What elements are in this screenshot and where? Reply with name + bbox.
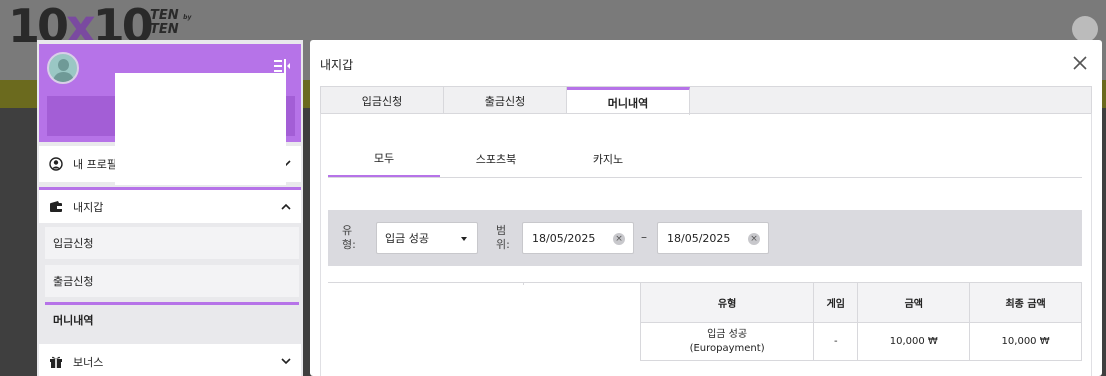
sidebar-item-wallet[interactable]: 내지갑 [39,187,301,223]
cell-amount: 10,000 ₩ [857,322,971,361]
range-separator: – [641,230,647,244]
sidebar-item-label: 내지갑 [73,200,104,214]
table-header-row: 유형 게임 금액 최종 금액 [639,282,1082,323]
column-header-game: 게임 [813,282,859,323]
tab-deposit[interactable]: 입금신청 [321,87,444,114]
date-from-value: 18/05/2025 [532,231,596,245]
caret-down-icon [461,237,467,241]
date-to-value: 18/05/2025 [667,231,731,245]
filter-bar: 유형: 입금 성공 범위: 18/05/2025 × – 18/05/2025 … [328,210,1082,266]
column-header-amount: 금액 [857,282,971,323]
transactions-table: 유형 게임 금액 최종 금액 입금 성공 (Europayment) - 10,0… [639,282,1082,361]
category-subtabs: 모두 스포츠북 카지노 [328,140,1082,178]
panel-title: 내지갑 [320,58,354,72]
clear-date-from-icon[interactable]: × [613,233,625,245]
close-icon[interactable] [1072,55,1088,71]
cell-final-amount: 10,000 ₩ [969,322,1082,361]
column-header-type: 유형 [639,282,815,323]
date-to-input[interactable]: 18/05/2025 × [657,222,769,254]
column-header-final-amount: 최종 금액 [969,282,1082,323]
redacted-username-area [115,73,286,185]
chevron-down-icon [281,356,291,366]
wallet-tabs: 입금신청 출금신청 머니내역 [320,86,1092,115]
tab-withdraw[interactable]: 출금신청 [444,87,567,114]
sidebar-subitem-withdraw[interactable]: 출금신청 [45,265,299,297]
range-filter-label: 범위: [496,224,510,251]
sidebar-item-bonus[interactable]: 보너스 [39,344,301,376]
table-row: 입금 성공 (Europayment) - 10,000 ₩ 10,000 ₩ [639,322,1082,361]
subtab-all[interactable]: 모두 [328,140,440,177]
table-header-divider [328,282,640,285]
account-sidebar: 내 프로필 내지갑 입금신청 출금신청 머니내역 보너스 [37,40,303,376]
gift-icon [49,355,63,369]
tab-money-history[interactable]: 머니내역 [567,87,690,115]
wallet-panel: 내지갑 입금신청 출금신청 머니내역 모두 스포츠북 카지노 유형: 입금 성공… [310,40,1102,376]
type-select[interactable]: 입금 성공 [376,222,478,254]
chevron-up-icon [281,202,291,212]
user-circle-icon [49,157,63,171]
cell-type: 입금 성공 (Europayment) [639,322,815,361]
type-select-value: 입금 성공 [385,232,429,245]
sidebar-subitem-money-history[interactable]: 머니내역 [45,302,299,334]
avatar [47,52,79,84]
language-flag-icon[interactable] [1072,16,1098,42]
subtab-casino[interactable]: 카지노 [552,140,664,177]
sidebar-item-label: 내 프로필 [73,158,117,171]
wallet-icon [49,200,63,214]
clear-date-to-icon[interactable]: × [748,233,760,245]
cell-game: - [813,322,859,361]
sidebar-subitem-deposit[interactable]: 입금신청 [45,227,299,259]
date-from-input[interactable]: 18/05/2025 × [522,222,634,254]
subtab-sportsbook[interactable]: 스포츠북 [440,140,552,177]
type-filter-label: 유형: [342,224,356,251]
sidebar-toggle-icon[interactable] [273,58,291,74]
sidebar-item-label: 보너스 [73,356,104,369]
